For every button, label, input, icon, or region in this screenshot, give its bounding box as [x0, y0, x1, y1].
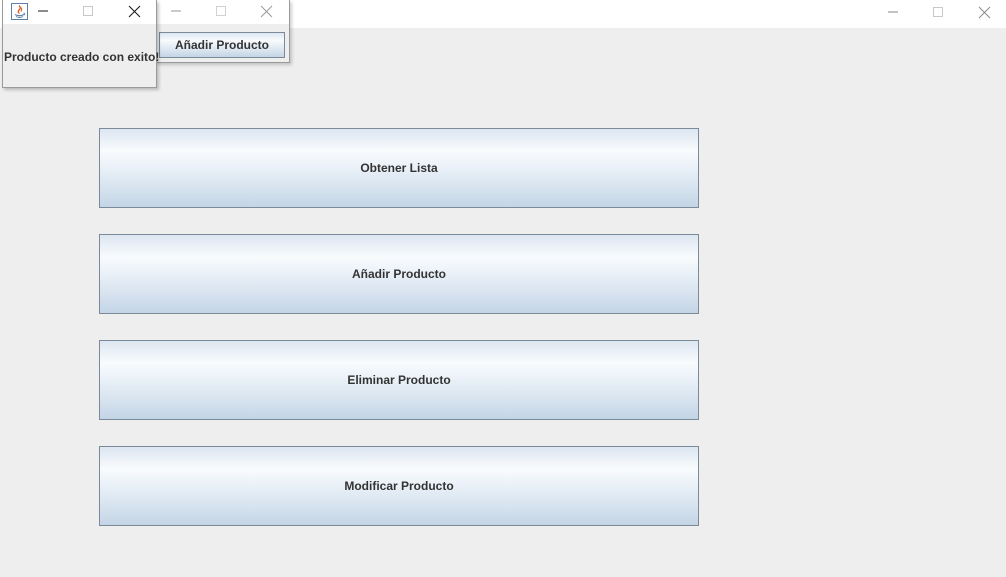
anadir-producto-label: Añadir Producto [351, 267, 446, 281]
add-product-window: Añadir Producto [155, 0, 290, 63]
obtener-lista-label: Obtener Lista [360, 161, 438, 175]
close-icon [128, 5, 140, 17]
add-window-anadir-producto-button[interactable]: Añadir Producto [159, 32, 285, 58]
add-product-window-titlebar [155, 0, 289, 24]
close-icon [978, 6, 990, 18]
anadir-producto-button[interactable]: Añadir Producto [99, 234, 699, 314]
dialog-minimize-button[interactable] [33, 1, 53, 21]
maximize-icon [216, 6, 226, 16]
main-close-button[interactable] [974, 2, 994, 22]
main-minimize-button[interactable] [883, 2, 903, 22]
main-maximize-button[interactable] [928, 2, 948, 22]
minimize-icon [38, 10, 48, 12]
dialog-close-button[interactable] [124, 1, 144, 21]
maximize-icon [83, 6, 93, 16]
add-window-minimize-button[interactable] [166, 1, 186, 21]
obtener-lista-button[interactable]: Obtener Lista [99, 128, 699, 208]
add-window-button-label: Añadir Producto [174, 38, 269, 52]
maximize-icon [933, 7, 943, 17]
java-icon [11, 3, 28, 20]
minimize-icon [171, 10, 181, 12]
add-window-maximize-button[interactable] [211, 1, 231, 21]
modificar-producto-label: Modificar Producto [344, 479, 454, 493]
message-dialog-titlebar [3, 0, 156, 24]
dialog-maximize-button[interactable] [78, 1, 98, 21]
eliminar-producto-label: Eliminar Producto [347, 373, 451, 387]
eliminar-producto-button[interactable]: Eliminar Producto [99, 340, 699, 420]
message-dialog: Producto creado con exito! [2, 0, 160, 88]
minimize-icon [888, 11, 898, 13]
dialog-message: Producto creado con exito! [4, 50, 160, 64]
modificar-producto-button[interactable]: Modificar Producto [99, 446, 699, 526]
add-window-close-button[interactable] [256, 1, 276, 21]
close-icon [260, 5, 272, 17]
